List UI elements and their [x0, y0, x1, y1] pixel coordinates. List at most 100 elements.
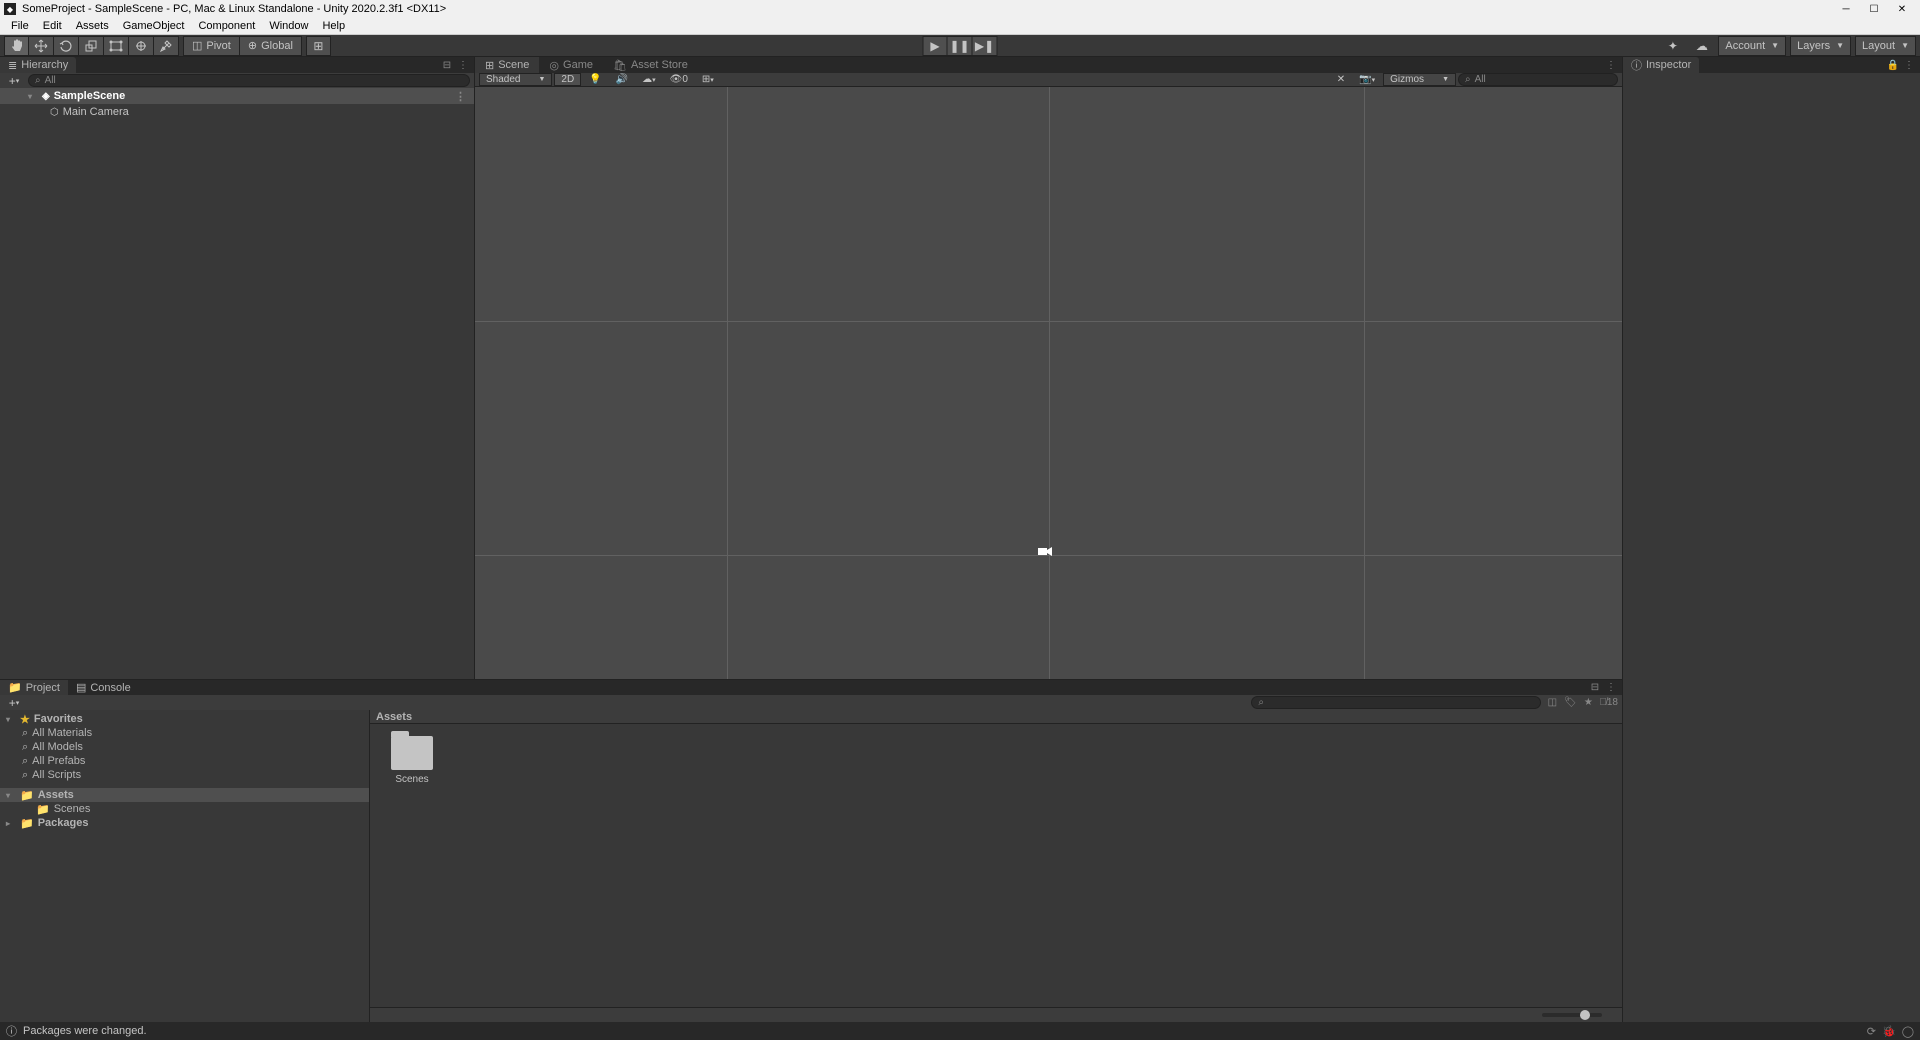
transform-tool-button[interactable]: [129, 36, 154, 56]
tools-button[interactable]: ✕: [1331, 73, 1351, 86]
hierarchy-tab[interactable]: ≣ Hierarchy: [0, 57, 76, 73]
expand-icon[interactable]: ▸: [6, 819, 16, 828]
asset-grid[interactable]: Scenes: [370, 724, 1622, 1007]
scene-menu-icon[interactable]: ⋮: [1604, 58, 1618, 72]
collab-icon[interactable]: ✦: [1660, 36, 1685, 56]
audio-toggle-button[interactable]: 🔊: [610, 73, 634, 86]
hidden-packages-button[interactable]: 👁̸18: [1599, 696, 1618, 710]
camera-gizmo-icon[interactable]: [1037, 545, 1053, 557]
custom-tool-button[interactable]: [154, 36, 179, 56]
scene-context-icon[interactable]: ⋮: [455, 90, 474, 103]
camera-button[interactable]: 📷▾: [1353, 73, 1381, 86]
inspector-menu-icon[interactable]: ⋮: [1902, 58, 1916, 72]
unity-logo-icon: ◆: [4, 3, 16, 15]
rect-tool-button[interactable]: [104, 36, 129, 56]
collapse-icon[interactable]: ▾: [6, 791, 16, 800]
layout-dropdown[interactable]: Layout▼: [1855, 36, 1916, 56]
menu-bar: File Edit Assets GameObject Component Wi…: [0, 18, 1920, 35]
hierarchy-panel: ≣ Hierarchy ⊟ ⋮ +▾ ⌕ All ▾ ◈ SampleScene…: [0, 57, 475, 679]
console-tab[interactable]: ▤Console: [68, 680, 139, 695]
scene-icon: ⊞: [485, 59, 494, 72]
game-icon: ◎: [549, 59, 559, 72]
asset-folder-item[interactable]: Scenes: [382, 736, 442, 785]
folder-icon: 📁: [36, 803, 50, 816]
menu-assets[interactable]: Assets: [69, 18, 116, 35]
bug-icon[interactable]: 🐞: [1882, 1025, 1896, 1038]
assets-tree-item[interactable]: ▾ 📁 Assets: [0, 788, 369, 802]
favorite-item[interactable]: ⌕All Models: [0, 740, 369, 754]
2d-toggle-button[interactable]: 2D: [554, 73, 581, 86]
assets-child-item[interactable]: 📁Scenes: [0, 802, 369, 816]
visibility-toggle-button[interactable]: 👁0: [664, 73, 694, 86]
menu-window[interactable]: Window: [262, 18, 315, 35]
collapse-icon[interactable]: ▾: [28, 92, 38, 101]
global-toggle-button[interactable]: ⊕ Global: [240, 36, 302, 56]
chevron-down-icon: ▼: [1442, 76, 1449, 83]
layers-dropdown[interactable]: Layers▼: [1790, 36, 1851, 56]
project-tree: ▾ ★ Favorites ⌕All Materials ⌕All Models…: [0, 710, 370, 1022]
rotate-tool-button[interactable]: [54, 36, 79, 56]
filter-by-label-button[interactable]: 🏷: [1563, 696, 1577, 710]
collapse-icon[interactable]: ▾: [6, 715, 16, 724]
scene-search-input[interactable]: ⌕ All: [1458, 73, 1618, 86]
gameobject-tree-item[interactable]: ⬡ Main Camera: [0, 104, 474, 120]
inspector-tab[interactable]: ⓘ Inspector: [1623, 57, 1699, 73]
inspector-lock-icon[interactable]: 🔒: [1886, 58, 1900, 72]
hand-tool-button[interactable]: [4, 36, 29, 56]
scene-tree-item[interactable]: ▾ ◈ SampleScene ⋮: [0, 88, 474, 104]
scene-icon: ◈: [42, 91, 50, 102]
slider-thumb[interactable]: [1580, 1010, 1590, 1020]
menu-component[interactable]: Component: [191, 18, 262, 35]
favorites-tree-item[interactable]: ▾ ★ Favorites: [0, 712, 369, 726]
menu-edit[interactable]: Edit: [36, 18, 69, 35]
hierarchy-icon: ≣: [8, 59, 17, 72]
panel-lock-icon[interactable]: ⊟: [440, 58, 454, 72]
play-button[interactable]: ▶: [923, 36, 948, 56]
asset-store-tab[interactable]: 🛍Asset Store: [603, 57, 698, 73]
cloud-icon[interactable]: ☁: [1689, 36, 1714, 56]
favorite-item[interactable]: ⌕All Scripts: [0, 768, 369, 782]
grid-toggle-button[interactable]: ⊞▾: [696, 73, 720, 86]
game-tab[interactable]: ◎Game: [539, 57, 603, 73]
shading-mode-dropdown[interactable]: Shaded▼: [479, 73, 552, 86]
window-title: SomeProject - SampleScene - PC, Mac & Li…: [22, 3, 1832, 15]
account-dropdown[interactable]: Account▼: [1718, 36, 1786, 56]
search-icon: ⌕: [22, 769, 28, 782]
filter-by-type-button[interactable]: ◫: [1545, 696, 1559, 710]
lighting-toggle-button[interactable]: 💡: [583, 73, 607, 86]
panel-menu-icon[interactable]: ⋮: [456, 58, 470, 72]
save-search-button[interactable]: ★: [1581, 696, 1595, 710]
breadcrumb[interactable]: Assets: [370, 710, 1622, 724]
favorite-item[interactable]: ⌕All Prefabs: [0, 754, 369, 768]
add-gameobject-button[interactable]: +▾: [4, 74, 24, 87]
maximize-button[interactable]: ☐: [1860, 0, 1888, 18]
fx-toggle-button[interactable]: ☁▾: [636, 73, 662, 86]
search-icon: ⌕: [22, 741, 28, 754]
scene-tab[interactable]: ⊞Scene: [475, 57, 539, 73]
project-search-input[interactable]: ⌕: [1251, 696, 1541, 709]
menu-help[interactable]: Help: [315, 18, 352, 35]
snap-button[interactable]: ⊞: [306, 36, 331, 56]
panel-menu-icon[interactable]: ⋮: [1604, 681, 1618, 695]
packages-tree-item[interactable]: ▸ 📁 Packages: [0, 816, 369, 830]
project-tab[interactable]: 📁Project: [0, 680, 68, 695]
pause-button[interactable]: ❚❚: [948, 36, 973, 56]
gameobject-icon: ⬡: [50, 107, 59, 118]
hierarchy-search-input[interactable]: ⌕ All: [28, 74, 470, 87]
step-button[interactable]: ▶❚: [973, 36, 998, 56]
favorite-item[interactable]: ⌕All Materials: [0, 726, 369, 740]
menu-gameobject[interactable]: GameObject: [116, 18, 192, 35]
inspector-panel: ⓘ Inspector 🔒 ⋮: [1622, 57, 1920, 1022]
progress-icon[interactable]: ◯: [1902, 1025, 1914, 1038]
auto-refresh-icon[interactable]: ⟳: [1867, 1025, 1876, 1038]
panel-lock-icon[interactable]: ⊟: [1588, 681, 1602, 695]
move-tool-button[interactable]: [29, 36, 54, 56]
minimize-button[interactable]: ─: [1832, 0, 1860, 18]
gizmos-dropdown[interactable]: Gizmos▼: [1383, 73, 1456, 86]
add-asset-button[interactable]: +▾: [4, 696, 24, 709]
pivot-toggle-button[interactable]: ◫ Pivot: [183, 36, 240, 56]
scale-tool-button[interactable]: [79, 36, 104, 56]
close-button[interactable]: ✕: [1888, 0, 1916, 18]
menu-file[interactable]: File: [4, 18, 36, 35]
icon-size-slider[interactable]: [1542, 1013, 1602, 1017]
